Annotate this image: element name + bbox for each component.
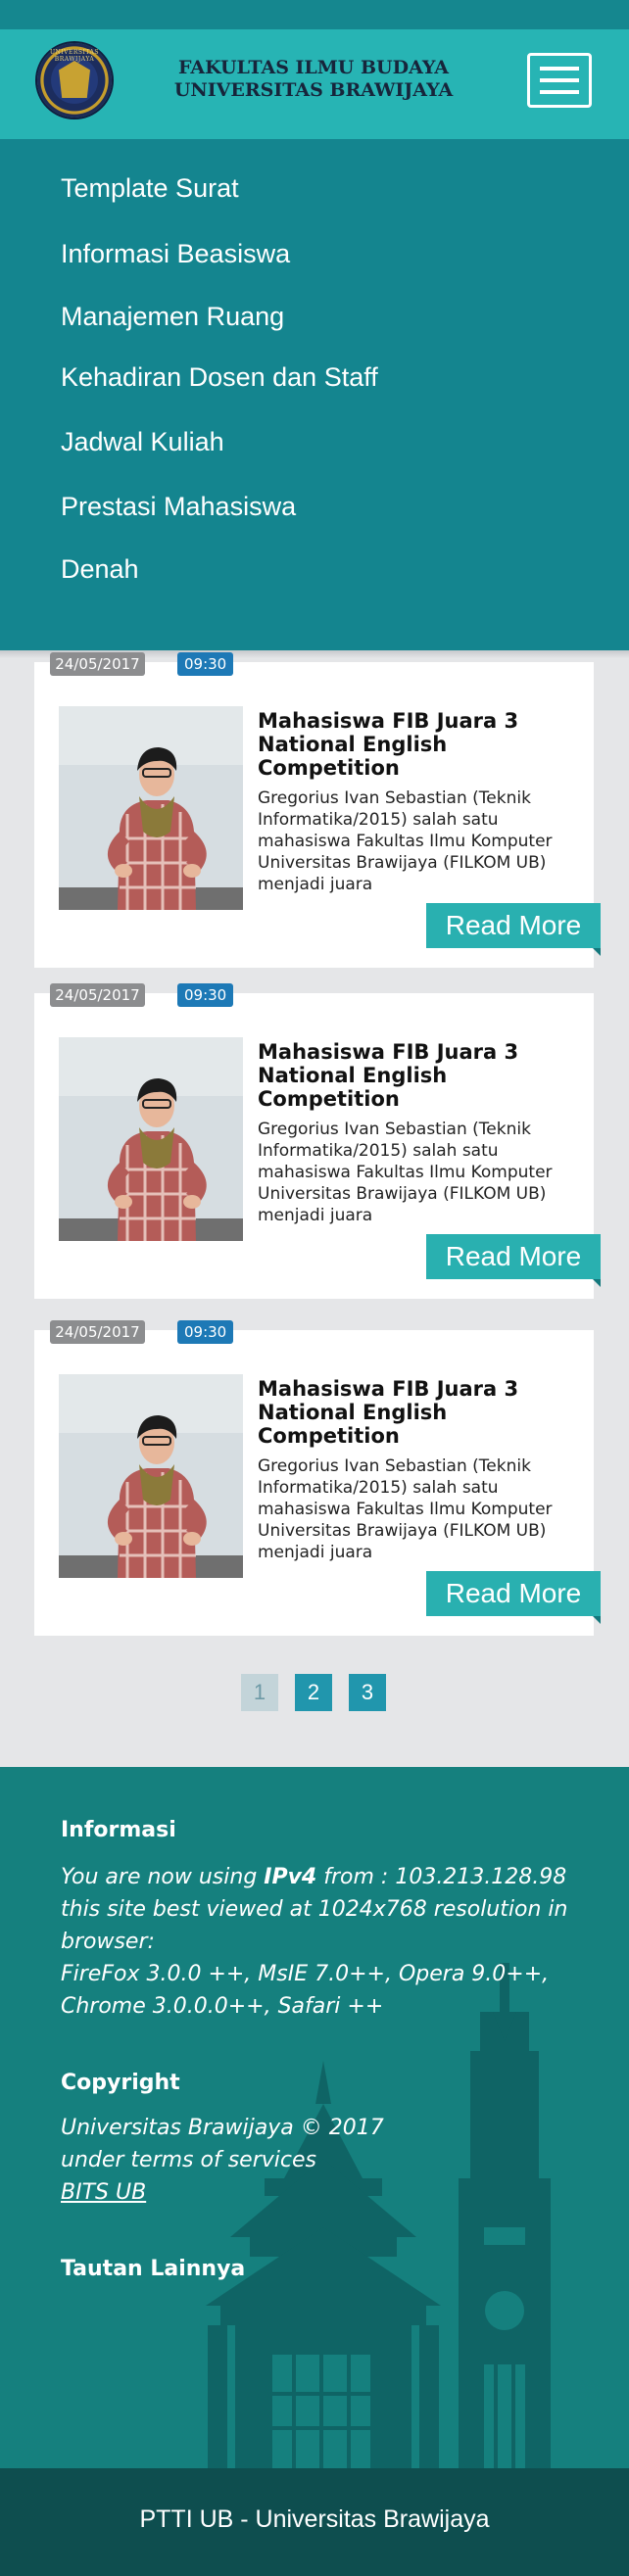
logo-emblem (59, 61, 90, 98)
bottom-bar: PTTI UB - Universitas Brawijaya (0, 2468, 629, 2576)
pagination-page-2[interactable]: 2 (295, 1674, 332, 1711)
news-summary: Gregorius Ivan Sebastian (Teknik Informa… (258, 1456, 553, 1562)
copyright-line2: under terms of services (61, 2148, 316, 2172)
nav-item-informasi-beasiswa[interactable]: Informasi Beasiswa (61, 239, 290, 269)
info-line1-prefix: You are now using (61, 1865, 265, 1889)
news-photo[interactable] (59, 1374, 243, 1578)
news-photo[interactable] (59, 706, 243, 910)
nav-item-kehadiran-dosen[interactable]: Kehadiran Dosen dan Staff (61, 362, 378, 393)
site-footer: Informasi You are now using IPv4 from : … (0, 1767, 629, 2468)
university-logo[interactable]: UNIVERSITAS BRAWIJAYA (37, 43, 112, 118)
site-header: UNIVERSITAS BRAWIJAYA FAKULTAS ILMU BUDA… (0, 29, 629, 139)
news-title[interactable]: Mahasiswa FIB Juara 3 National English C… (258, 709, 581, 780)
footer-info-heading: Informasi (61, 1818, 176, 1842)
logo-text: UNIVERSITAS BRAWIJAYA (49, 49, 99, 63)
hamburger-icon-bar (540, 90, 579, 94)
nav-item-denah[interactable]: Denah (61, 554, 139, 585)
info-ip-version: IPv4 (264, 1865, 317, 1889)
date-badge: 24/05/2017 (50, 1320, 145, 1344)
menu-toggle-button[interactable] (527, 53, 592, 108)
date-badge: 24/05/2017 (50, 983, 145, 1007)
copyright-line1: Universitas Brawijaya © 2017 (61, 2116, 384, 2140)
footer-copyright-text: Universitas Brawijaya © 2017 under terms… (61, 2112, 590, 2209)
info-line1-suffix: from : 103.213.128.98 (316, 1865, 567, 1889)
read-more-button[interactable]: Read More (426, 1234, 601, 1287)
date-badge: 24/05/2017 (50, 652, 145, 676)
read-more-button[interactable]: Read More (426, 903, 601, 956)
news-photo[interactable] (59, 1037, 243, 1241)
read-more-button[interactable]: Read More (426, 1571, 601, 1624)
news-summary: Gregorius Ivan Sebastian (Teknik Informa… (258, 1120, 553, 1225)
site-title-line1: FAKULTAS ILMU BUDAYA (178, 57, 449, 78)
news-title[interactable]: Mahasiswa FIB Juara 3 National English C… (258, 1377, 581, 1448)
site-title[interactable]: FAKULTAS ILMU BUDAYA UNIVERSITAS BRAWIJA… (147, 57, 480, 102)
news-card: 24/05/2017 09:30 Mahasiswa FIB Juara 3 N… (34, 1320, 601, 1636)
info-line4: FireFox 3.0.0 ++, MsIE 7.0++, Opera 9.0+… (61, 1962, 550, 1986)
pagination-page-3[interactable]: 3 (349, 1674, 386, 1711)
info-line5: Chrome 3.0.0.0++, Safari ++ (61, 1994, 384, 2019)
footer-info-text: You are now using IPv4 from : 103.213.12… (61, 1861, 590, 2023)
footer-copyright-heading: Copyright (61, 2071, 180, 2095)
bottom-credit-text: PTTI UB - Universitas Brawijaya (139, 2505, 490, 2533)
news-card: 24/05/2017 09:30 Mahasiswa FIB Juara 3 N… (34, 652, 601, 968)
top-strip (0, 0, 629, 29)
time-badge: 09:30 (177, 983, 234, 1007)
info-line2: this site best viewed at 1024x768 resolu… (61, 1897, 568, 1922)
hamburger-icon-bar (540, 78, 579, 82)
hamburger-icon (540, 67, 579, 71)
nav-item-prestasi-mahasiswa[interactable]: Prestasi Mahasiswa (61, 492, 296, 522)
footer-links-heading: Tautan Lainnya (61, 2257, 246, 2281)
nav-item-template-surat[interactable]: Template Surat (61, 173, 239, 204)
bits-ub-link[interactable]: BITS UB (61, 2180, 146, 2205)
site-title-line2: UNIVERSITAS BRAWIJAYA (173, 79, 454, 101)
time-badge: 09:30 (177, 1320, 234, 1344)
news-title[interactable]: Mahasiswa FIB Juara 3 National English C… (258, 1040, 581, 1111)
main-nav-menu: Template Surat Informasi Beasiswa Manaje… (0, 139, 629, 650)
nav-item-jadwal-kuliah[interactable]: Jadwal Kuliah (61, 427, 224, 457)
news-summary: Gregorius Ivan Sebastian (Teknik Informa… (258, 788, 553, 894)
news-card: 24/05/2017 09:30 Mahasiswa FIB Juara 3 N… (34, 983, 601, 1299)
nav-item-manajemen-ruang[interactable]: Manajemen Ruang (61, 302, 284, 332)
pagination-page-1[interactable]: 1 (241, 1674, 278, 1711)
time-badge: 09:30 (177, 652, 234, 676)
info-line3: browser: (61, 1930, 155, 1954)
